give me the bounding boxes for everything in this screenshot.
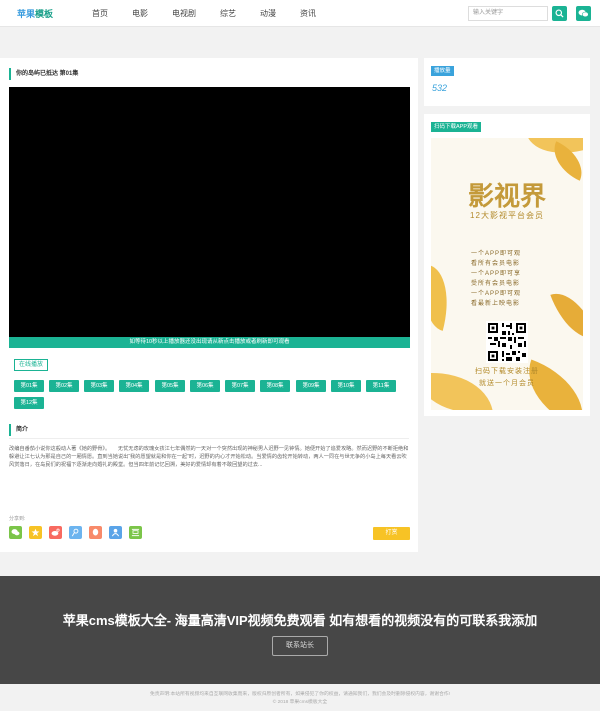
renren-share-icon[interactable] <box>109 526 122 539</box>
episode-button-07[interactable]: 第07集 <box>225 380 255 392</box>
episode-button-05[interactable]: 第05集 <box>155 380 185 392</box>
poster-line: 看最新上映电影 <box>471 301 521 307</box>
intro-text: 改编自番茄小说你这般动人著《她的野骨》。 无忧无虑的玫瑰女孩江七年偶然的一天对一… <box>9 446 409 468</box>
poster-title: 影视界 <box>467 182 546 211</box>
episode-button-10[interactable]: 第10集 <box>331 380 361 392</box>
episode-button-08[interactable]: 第08集 <box>260 380 290 392</box>
banner-title: 苹果cms模板大全- 海量高清VIP视频免费观看 如有想看的视频没有的可联系我添… <box>62 613 538 628</box>
wechat-button[interactable] <box>576 6 591 21</box>
logo-main: 苹果 <box>17 8 36 19</box>
app-poster[interactable]: 影视界 12大影视平台会员 一个APP即可观 看所有会员电影 一个APP即可享 … <box>431 138 583 410</box>
poster-footer: 扫码下载安装注册 就送一个月会员 <box>431 366 583 390</box>
douban-share-icon[interactable] <box>129 526 142 539</box>
share-label: 分享到: <box>9 516 26 522</box>
site-header: 苹果模板 首页 电影 电视剧 综艺 动漫 资讯 输入关键字 <box>0 0 600 27</box>
episode-button-12[interactable]: 第12集 <box>14 397 44 409</box>
app-download-label: 扫码下载APP观看 <box>431 122 482 132</box>
poster-line: 一个APP即可观 <box>471 251 522 257</box>
search-input[interactable]: 输入关键字 <box>468 6 548 21</box>
nav-item-anime[interactable]: 动漫 <box>260 0 276 27</box>
video-player[interactable] <box>9 87 410 337</box>
nav-item-news[interactable]: 资讯 <box>300 0 316 27</box>
poster-subtitle: 12大影视平台会员 <box>470 211 544 220</box>
reward-button[interactable]: 打赏 <box>373 527 410 540</box>
disclaimer-text: 免责声明:本站所有视频均来自互联网收集而来，版权归原创者所有，如果侵犯了你的权益… <box>149 692 451 697</box>
site-footer: 免责声明:本站所有视频均来自互联网收集而来，版权归原创者所有，如果侵犯了你的权益… <box>0 684 600 711</box>
footer-banner: 苹果cms模板大全- 海量高清VIP视频免费观看 如有想看的视频没有的可联系我添… <box>0 576 600 684</box>
episode-button-06[interactable]: 第06集 <box>190 380 220 392</box>
poster-line: 看所有会员电影 <box>471 261 521 267</box>
nav-item-tv[interactable]: 电视剧 <box>172 0 196 27</box>
search-icon <box>555 9 564 18</box>
copyright-text: © 2018 苹果cms模板大全 <box>272 700 328 705</box>
site-logo[interactable]: 苹果模板 <box>17 6 53 20</box>
poster-lines: 一个APP即可观 看所有会员电影 一个APP即可享 受所有会员电影 一个APP即… <box>471 249 551 309</box>
intro-divider <box>9 438 409 439</box>
qr-code <box>486 321 528 363</box>
wechat-icon <box>578 9 589 18</box>
poster-line: 受所有会员电影 <box>471 281 521 287</box>
main-nav: 首页 电影 电视剧 综艺 动漫 资讯 <box>92 0 340 27</box>
qzone-share-icon[interactable] <box>29 526 42 539</box>
logo-accent: 模板 <box>35 8 54 19</box>
nav-item-home[interactable]: 首页 <box>92 0 108 27</box>
poster-line: 一个APP即可观 <box>471 291 522 297</box>
leaf-decoration <box>550 284 583 348</box>
video-title: 你的岛屿已抵达 第01集 <box>9 68 78 80</box>
episode-button-02[interactable]: 第02集 <box>49 380 79 392</box>
source-tab-online[interactable]: 在线播放 <box>14 359 49 371</box>
intro-heading: 简介 <box>9 424 28 436</box>
share-icons <box>9 526 149 539</box>
play-count-value: 532 <box>432 83 448 93</box>
episode-button-01[interactable]: 第01集 <box>14 380 44 392</box>
nav-item-movies[interactable]: 电影 <box>132 0 148 27</box>
episode-button-11[interactable]: 第11集 <box>366 380 396 392</box>
weibo-share-icon[interactable] <box>49 526 62 539</box>
episode-button-09[interactable]: 第09集 <box>296 380 326 392</box>
leaf-decoration <box>431 265 459 331</box>
player-panel: 你的岛屿已抵达 第01集 如等待10秒以上播放器还没出现请从新点击播放或者刷新即… <box>0 58 418 552</box>
tencent-weibo-share-icon[interactable] <box>69 526 82 539</box>
poster-foot-line: 就送一个月会员 <box>479 380 535 387</box>
player-notice: 如等待10秒以上播放器还没出现请从新点击播放或者刷新即可观看 <box>9 337 410 348</box>
poster-foot-line: 扫码下载安装注册 <box>475 368 539 375</box>
nav-item-variety[interactable]: 综艺 <box>220 0 236 27</box>
contact-button[interactable]: 联系站长 <box>272 636 328 656</box>
app-download-card: 扫码下载APP观看 影视界 12大影视平台会员 一个APP即可观 看所有会员电影… <box>424 114 590 416</box>
play-count-label: 播放量 <box>431 66 454 76</box>
episode-button-03[interactable]: 第03集 <box>84 380 114 392</box>
wechat-share-icon[interactable] <box>9 526 22 539</box>
episode-button-04[interactable]: 第04集 <box>119 380 149 392</box>
logo-text: 苹果模板 <box>17 7 53 20</box>
qq-share-icon[interactable] <box>89 526 102 539</box>
play-count-card: 播放量 532 <box>424 58 590 106</box>
search-button[interactable] <box>552 6 567 21</box>
poster-line: 一个APP即可享 <box>471 271 522 277</box>
